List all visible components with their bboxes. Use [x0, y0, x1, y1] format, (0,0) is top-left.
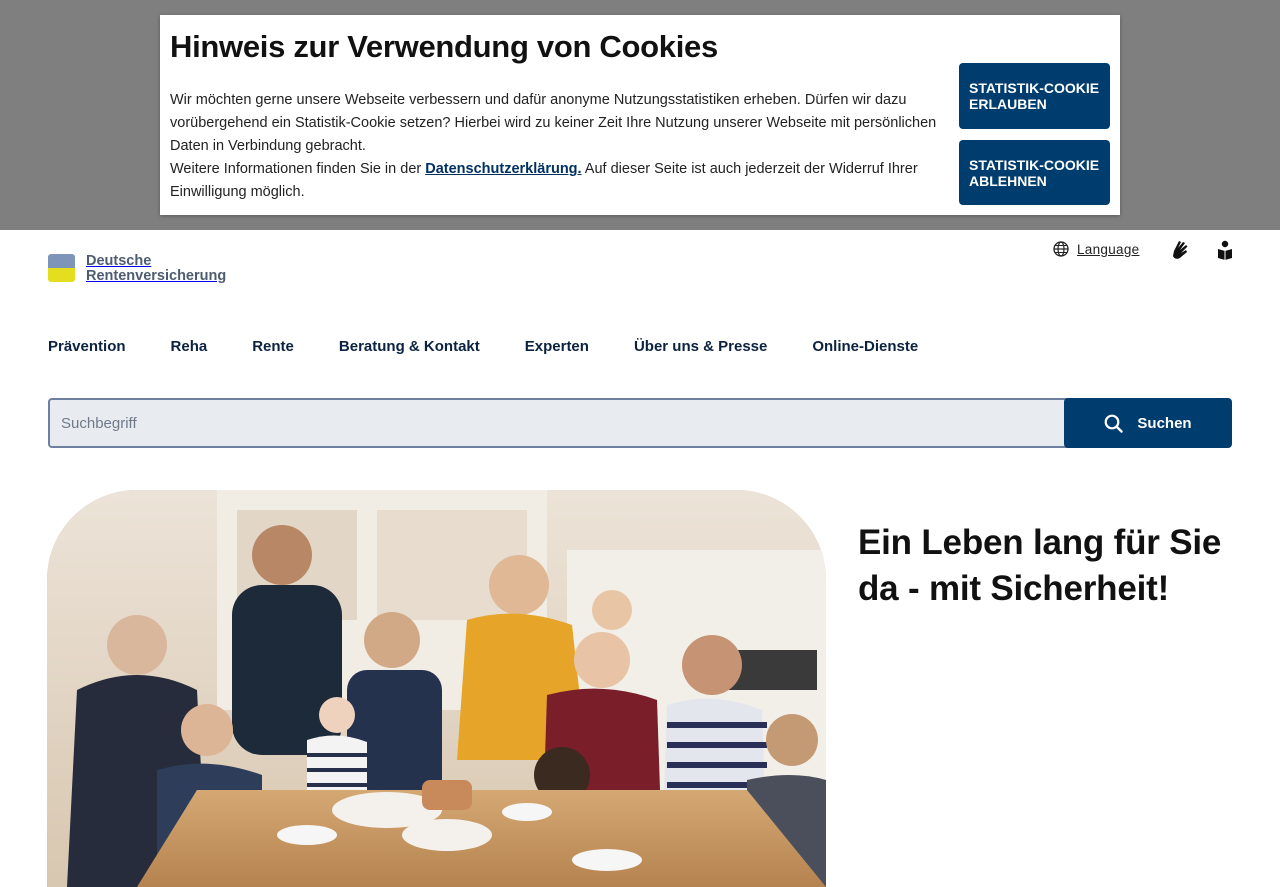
nav-item-ueber-uns-presse[interactable]: Über uns & Presse [634, 338, 767, 355]
search-input[interactable] [48, 398, 1068, 448]
globe-icon [1053, 241, 1069, 257]
nav-item-beratung-kontakt[interactable]: Beratung & Kontakt [339, 338, 480, 355]
logo-text: Deutsche Rentenversicherung [86, 253, 227, 284]
hero-image [47, 490, 826, 887]
nav-item-rente[interactable]: Rente [252, 338, 294, 355]
nav-item-praevention[interactable]: Prävention [48, 338, 126, 355]
cookie-title: Hinweis zur Verwendung von Cookies [170, 29, 718, 64]
easy-language-link[interactable] [1216, 240, 1234, 260]
easy-language-icon [1218, 240, 1232, 260]
cookie-info-prefix: Weitere Informationen finden Sie in der [170, 161, 426, 177]
logo-icon [48, 254, 75, 282]
search-button[interactable]: Suchen [1064, 398, 1232, 448]
nav-item-reha[interactable]: Reha [171, 338, 208, 355]
cookie-dialog: Hinweis zur Verwendung von Cookies Wir m… [160, 15, 1120, 215]
logo[interactable]: Deutsche Rentenversicherung [48, 254, 238, 286]
sign-language-link[interactable] [1170, 239, 1190, 261]
allow-statistics-cookie-button[interactable]: Statistik-Cookie erlauben [959, 63, 1110, 129]
sign-language-icon [1173, 241, 1188, 259]
search-icon [1105, 414, 1124, 433]
family-photo [47, 490, 826, 887]
cookie-description: Wir möchten gerne unsere Webseite verbes… [170, 92, 937, 154]
search-button-label: Suchen [1137, 414, 1192, 432]
nav-item-online-dienste[interactable]: Online-Dienste [812, 338, 918, 355]
main-navigation: Prävention Reha Rente Beratung & Kontakt… [48, 338, 963, 355]
privacy-policy-link[interactable]: Datenschutzerklärung. [425, 161, 581, 177]
deny-statistics-cookie-button[interactable]: Statistik-Cookie ablehnen [959, 140, 1110, 205]
cookie-text: Wir möchten gerne unsere Webseite verbes… [170, 89, 945, 204]
hero-title: Ein Leben lang für Sie da - mit Sicherhe… [858, 523, 1222, 608]
language-selector[interactable]: Language [1053, 241, 1139, 257]
nav-item-experten[interactable]: Experten [525, 338, 589, 355]
language-label: Language [1077, 241, 1140, 257]
